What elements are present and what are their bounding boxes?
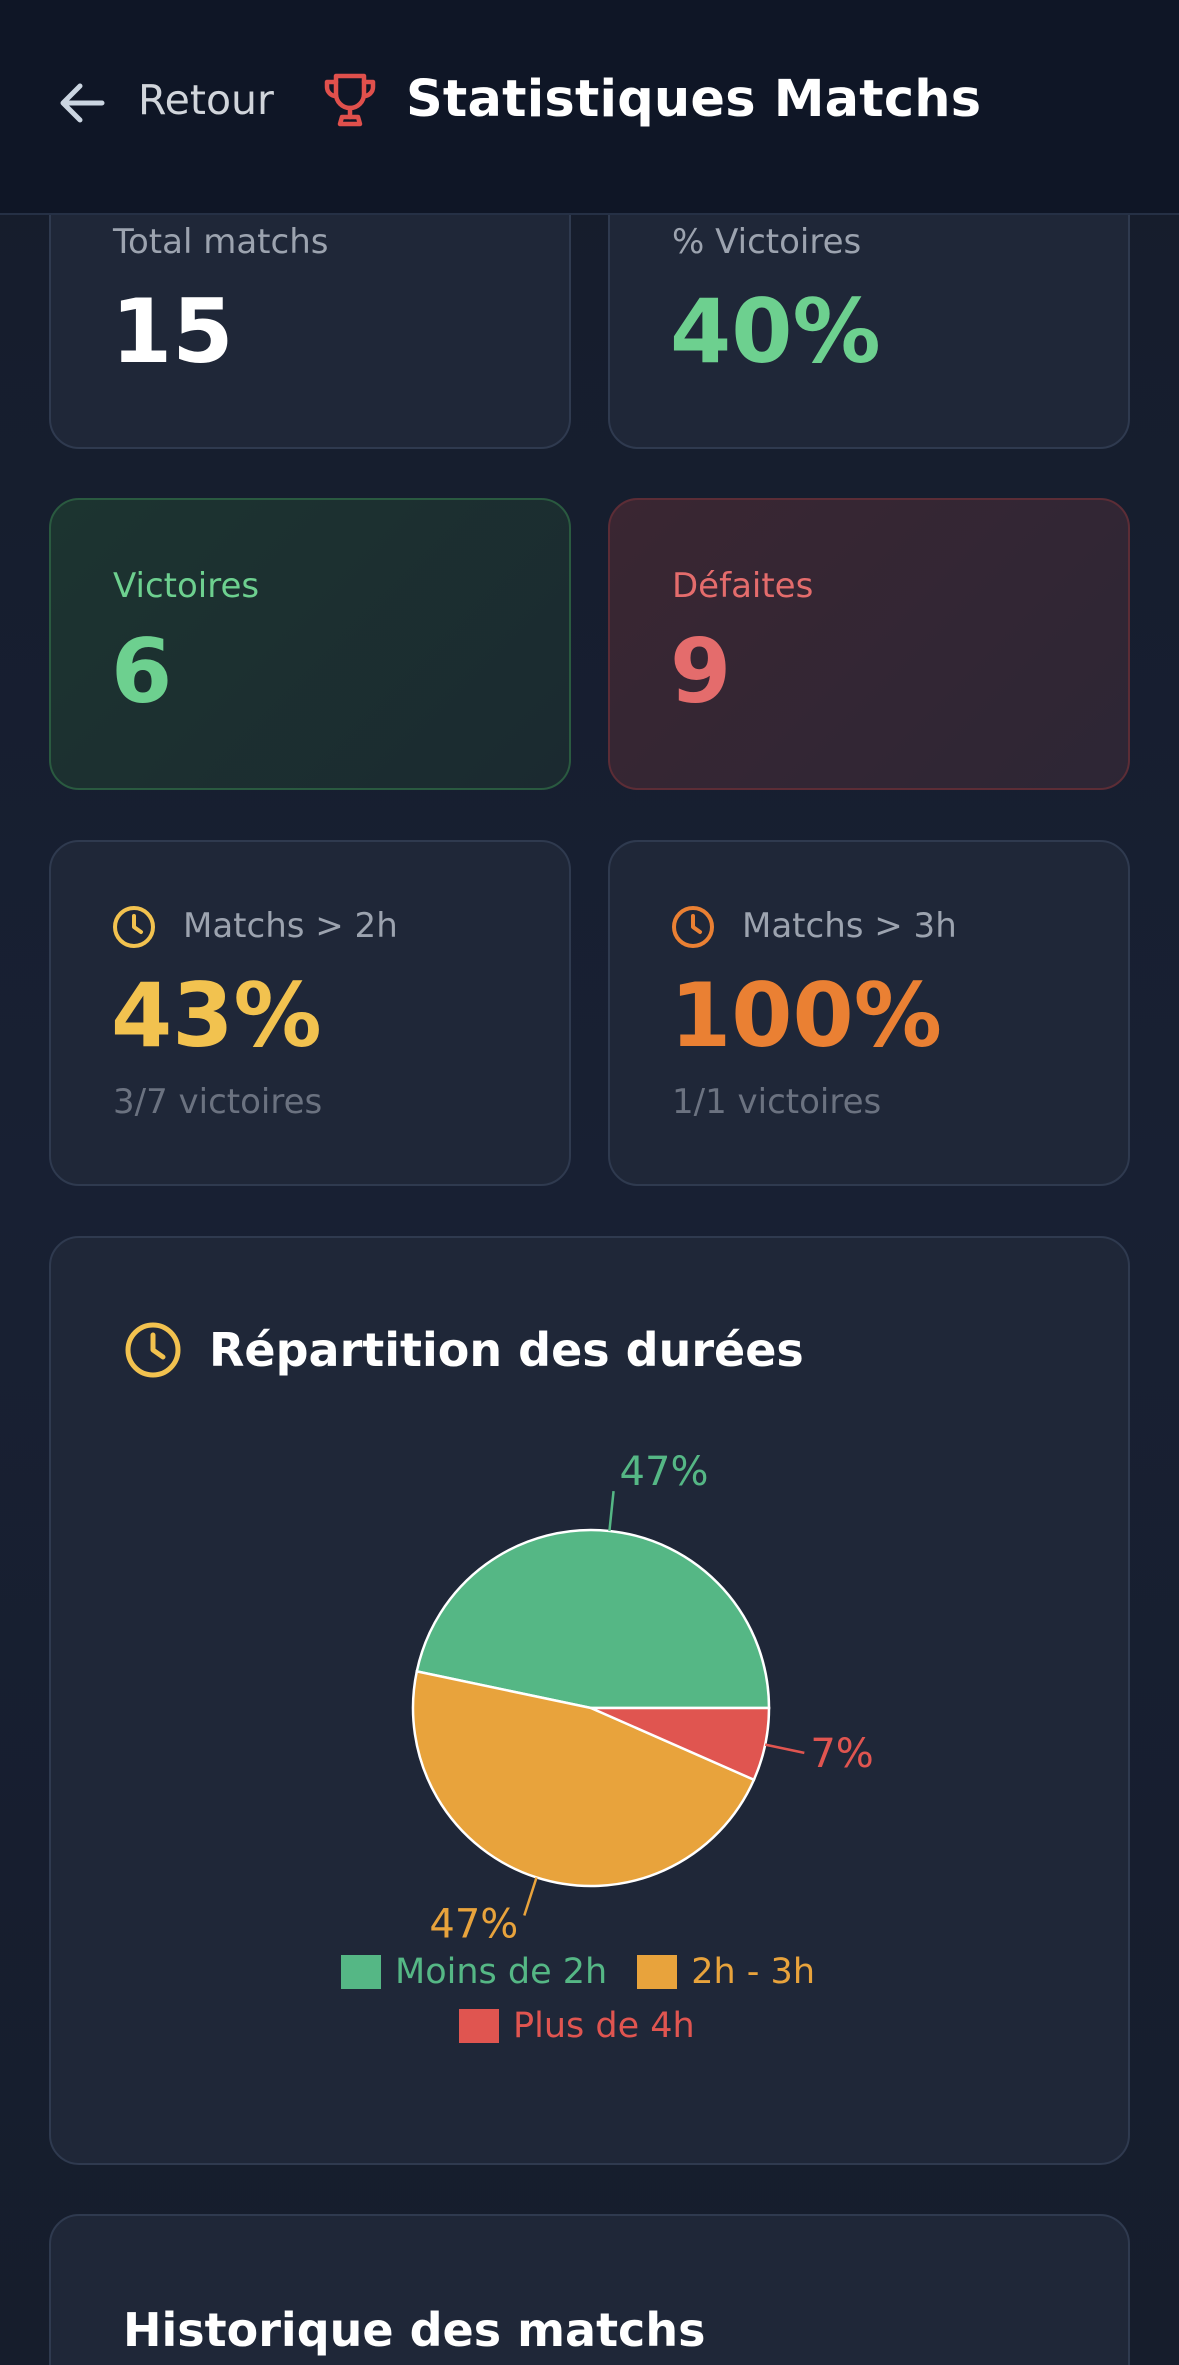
matches-over-3h-detail: 1/1 victoires: [672, 1082, 882, 1122]
matches-over-3h-card: Matchs > 3h 100% 1/1 victoires: [608, 840, 1130, 1186]
losses-value: 9: [670, 620, 732, 723]
win-percentage-value: 40%: [670, 280, 881, 383]
losses-card: Défaites 9: [608, 498, 1130, 790]
legend-item: 2h - 3h: [637, 1952, 815, 1992]
matches-over-2h-detail: 3/7 victoires: [113, 1082, 323, 1122]
wins-card: Victoires 6: [49, 498, 571, 790]
legend-label: Moins de 2h: [395, 1952, 608, 1992]
legend-swatch: [459, 2009, 499, 2043]
total-matches-label: Total matchs: [113, 222, 329, 262]
legend-swatch: [637, 1955, 678, 1989]
matches-over-2h-card: Matchs > 2h 43% 3/7 victoires: [49, 840, 571, 1186]
matches-over-2h-label: Matchs > 2h: [183, 906, 398, 946]
pie-data-label: 47%: [620, 1449, 709, 1495]
clock-icon: [672, 906, 714, 948]
total-matches-value: 15: [111, 280, 234, 383]
legend-label: 2h - 3h: [691, 1952, 816, 1992]
wins-label: Victoires: [113, 566, 260, 606]
match-history-title: Historique des matchs: [123, 2303, 706, 2357]
legend-item: Moins de 2h: [341, 1952, 607, 1992]
legend-item: Plus de 4h: [459, 2006, 695, 2046]
win-percentage-label: % Victoires: [672, 222, 862, 262]
pie-data-label: 47%: [429, 1902, 518, 1948]
match-history-card: Historique des matchs: [49, 2214, 1130, 2365]
chart-legend-row: Plus de 4h: [459, 2006, 695, 2046]
matches-over-3h-value: 100%: [670, 964, 942, 1067]
legend-swatch: [341, 1955, 381, 1989]
app-header: Retour Statistiques Matchs: [0, 0, 1179, 215]
pie-label-leader: [523, 1877, 538, 1916]
page-title: Statistiques Matchs: [406, 70, 982, 129]
pie-data-label: 7%: [810, 1731, 873, 1777]
back-button[interactable]: Retour: [138, 72, 274, 128]
pie-label-leader: [608, 1491, 615, 1532]
arrow-left-icon[interactable]: [54, 75, 110, 131]
chart-legend-row: Moins de 2h 2h - 3h: [341, 1952, 815, 1992]
legend-label: Plus de 4h: [513, 2006, 695, 2046]
pie-label-leader: [764, 1743, 805, 1755]
matches-over-2h-value: 43%: [111, 964, 322, 1067]
wins-value: 6: [111, 620, 173, 723]
duration-distribution-card: Répartition des durées 47% 47% 7% Moins de…: [49, 1236, 1130, 2165]
clock-icon: [113, 906, 155, 948]
losses-label: Défaites: [672, 566, 814, 606]
page: Retour Statistiques Matchs Total matchs …: [0, 0, 1179, 2365]
trophy-icon: [324, 73, 376, 127]
matches-over-3h-label: Matchs > 3h: [742, 906, 957, 946]
